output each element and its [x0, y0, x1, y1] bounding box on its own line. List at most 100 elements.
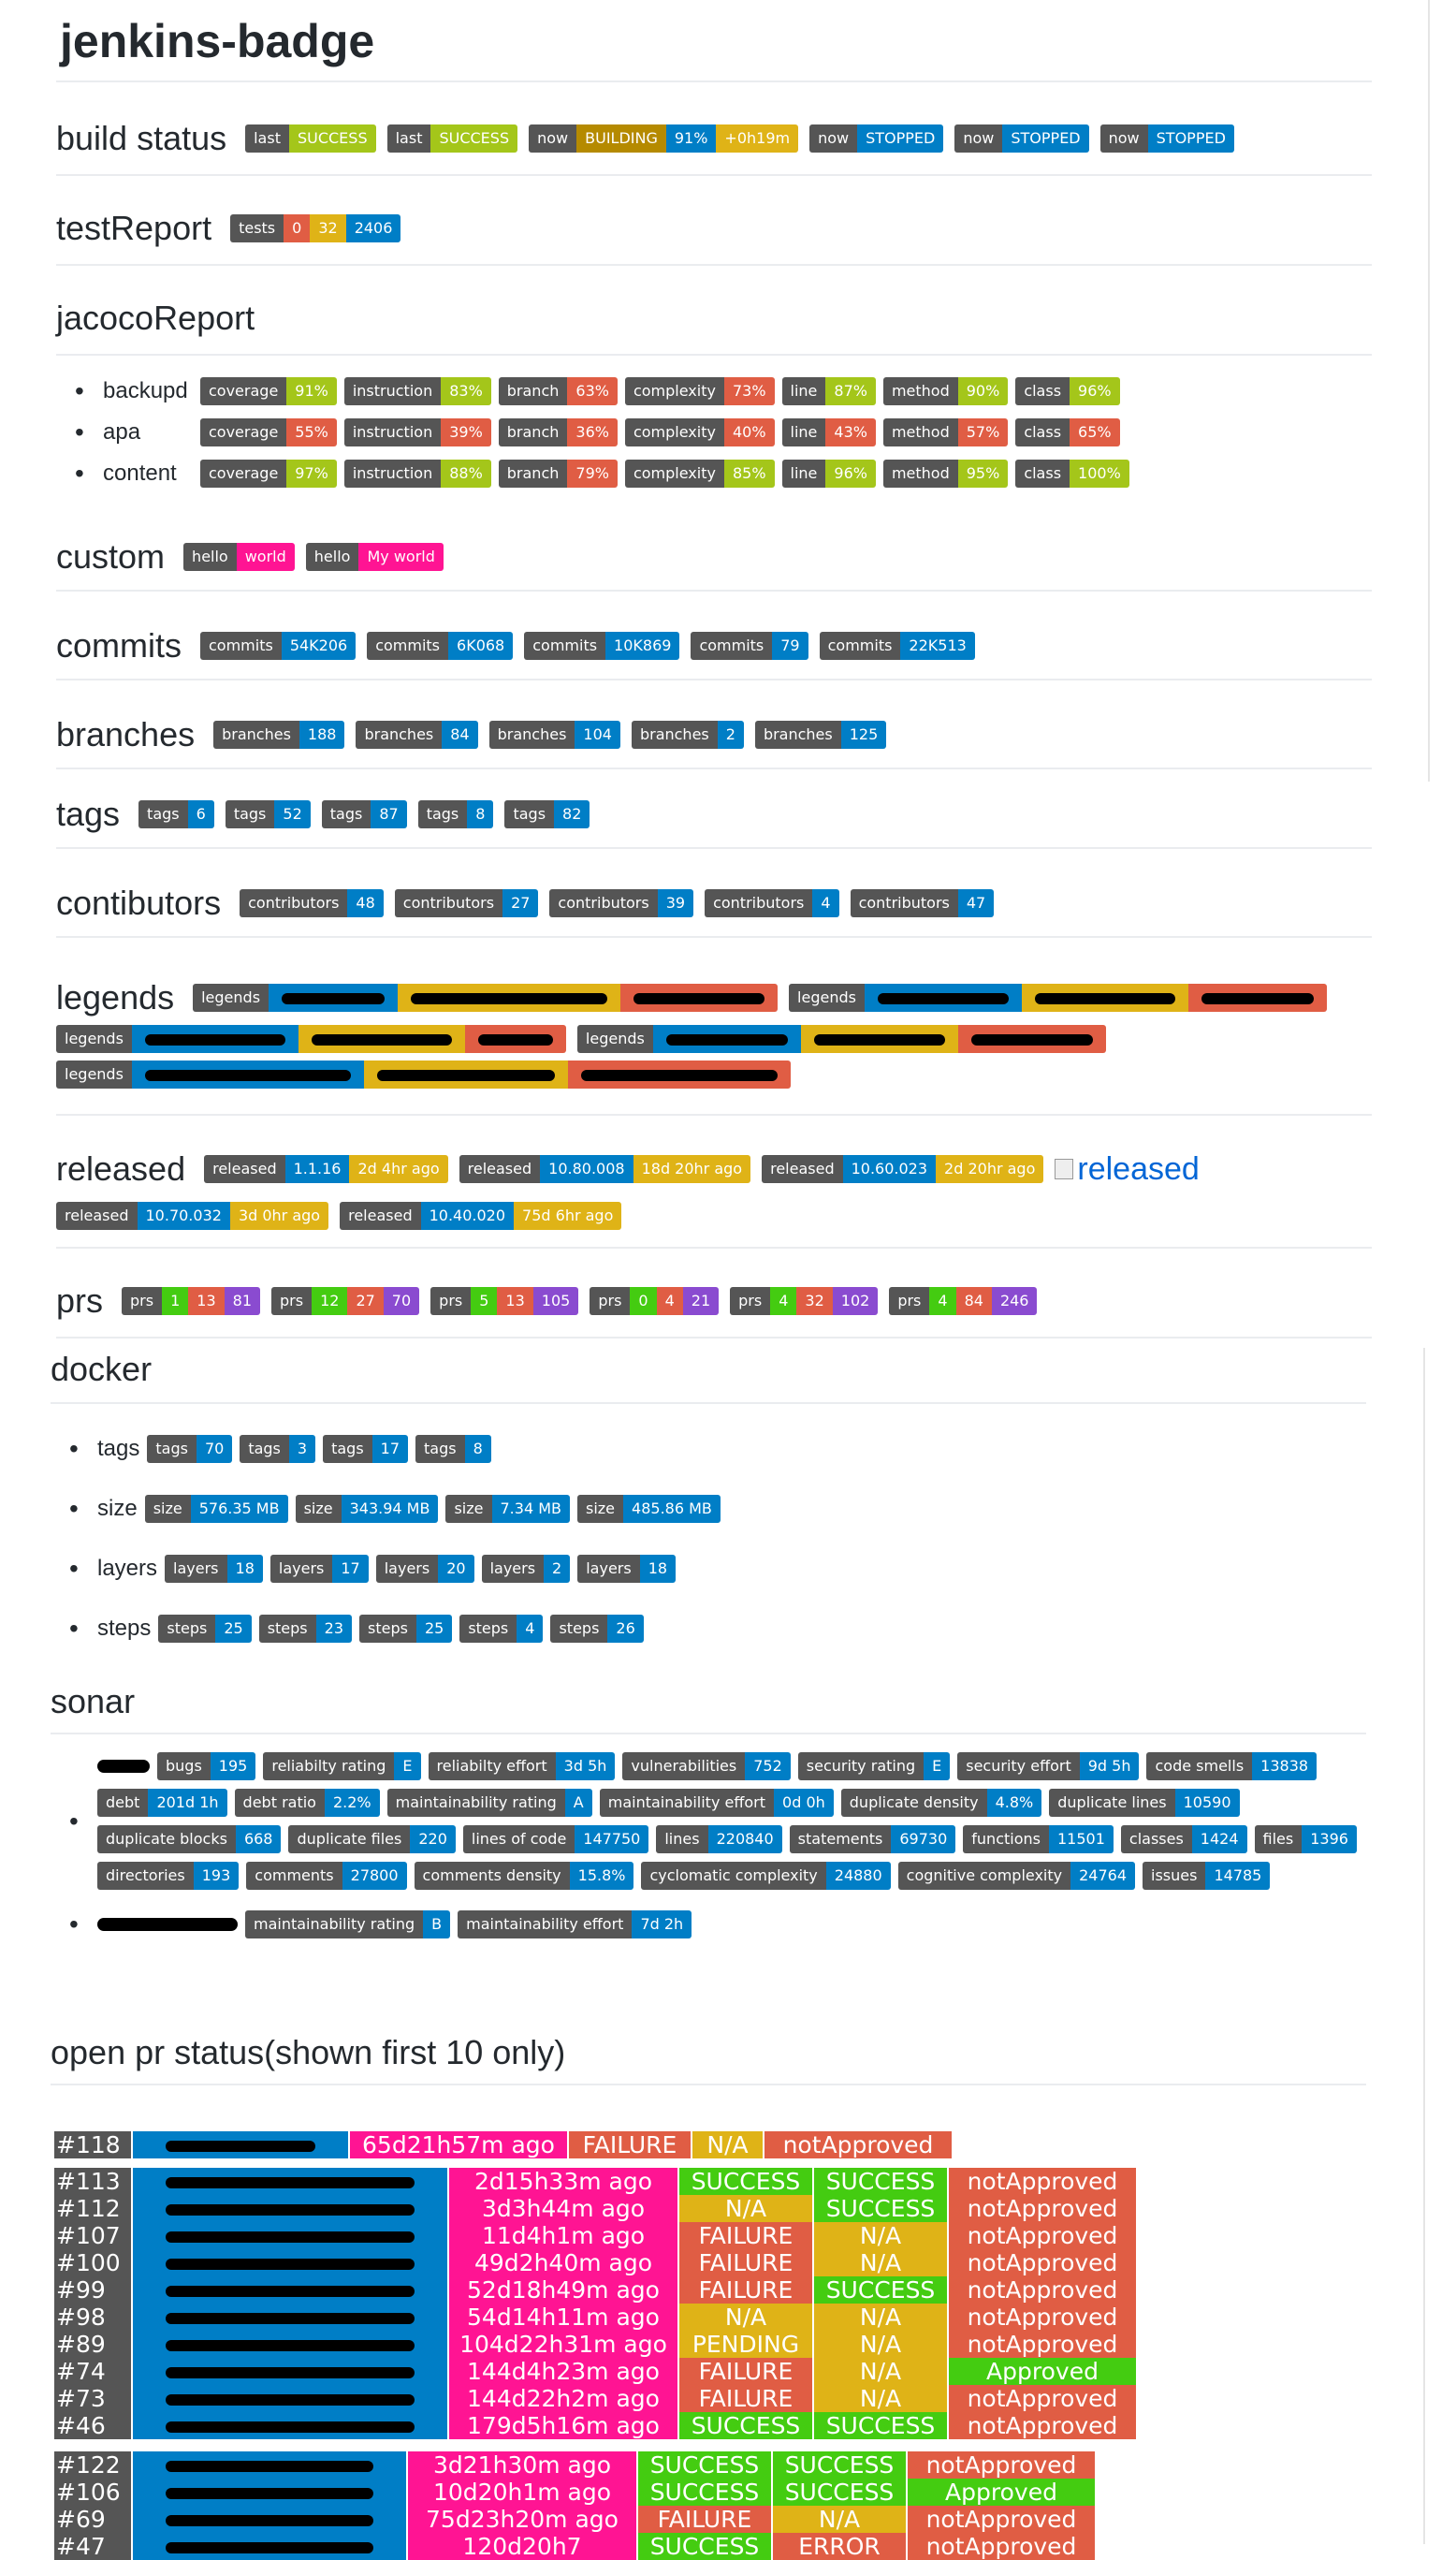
pr-status-row[interactable]: #107 11d4h1m ago FAILURE N/A notApproved: [54, 2222, 1136, 2249]
sonar-comments-badge[interactable]: comments 27800: [246, 1862, 407, 1890]
tests-badge[interactable]: tests 0 32 2406: [230, 214, 401, 242]
released-badge[interactable]: released 10.40.020 75d 6hr ago: [340, 1202, 622, 1230]
prs-badge[interactable]: prs 4 84 246: [889, 1287, 1038, 1315]
prs-badge[interactable]: prs 0 4 21: [590, 1287, 720, 1315]
commits-badge[interactable]: commits 79: [691, 632, 808, 660]
sonar-duplicate-blocks-badge[interactable]: duplicate blocks 668: [97, 1825, 282, 1853]
sonar-reliabilty-effort-badge[interactable]: reliabilty effort 3d 5h: [428, 1752, 616, 1780]
build-status-badge[interactable]: now STOPPED: [954, 124, 1089, 153]
sonar-statements-badge[interactable]: statements 69730: [789, 1825, 956, 1853]
jacoco-coverage-badge[interactable]: coverage 91%: [200, 377, 337, 405]
sonar-files-badge[interactable]: files 1396: [1254, 1825, 1357, 1853]
pr-status-row[interactable]: #99 52d18h49m ago FAILURE SUCCESS notApprove…: [54, 2276, 1136, 2304]
jacoco-instruction-badge[interactable]: instruction 88%: [343, 460, 491, 488]
docker-steps-badge[interactable]: steps 25: [158, 1615, 252, 1643]
sonar-maintainability-rating-badge[interactable]: maintainability rating A: [386, 1789, 592, 1817]
sonar-bugs-badge[interactable]: bugs195: [157, 1752, 256, 1780]
sonar-reliabilty-rating-badge[interactable]: reliabilty rating E: [263, 1752, 421, 1780]
sonar-duplicate-files-badge[interactable]: duplicate files 220: [288, 1825, 456, 1853]
commits-badge[interactable]: commits 10K869: [524, 632, 680, 660]
branches-badge[interactable]: branches 188: [213, 721, 345, 749]
jacoco-complexity-badge[interactable]: complexity 73%: [624, 377, 775, 405]
legends-badge[interactable]: legends: [789, 984, 1327, 1012]
branches-badge[interactable]: branches 84: [356, 721, 478, 749]
sonar-maintainability-effort-badge[interactable]: maintainability effort 0d 0h: [599, 1789, 834, 1817]
jacoco-coverage-badge[interactable]: coverage 97%: [200, 460, 337, 488]
jacoco-coverage-badge[interactable]: coverage 55%: [200, 418, 337, 446]
sonar-debt-ratio-badge[interactable]: debt ratio 2.2%: [234, 1789, 380, 1817]
jacoco-branch-badge[interactable]: branch 63%: [498, 377, 618, 405]
sonar-classes-badge[interactable]: classes 1424: [1120, 1825, 1247, 1853]
jacoco-method-badge[interactable]: method 57%: [882, 418, 1009, 446]
tags-badge[interactable]: tags 82: [504, 800, 590, 828]
sonar-vulnerabilities-badge[interactable]: vulnerabilities 752: [622, 1752, 791, 1780]
sonar-security-rating-badge[interactable]: security rating E: [797, 1752, 951, 1780]
docker-steps-badge[interactable]: steps 25: [359, 1615, 453, 1643]
sonar-cyclomatic-complexity-badge[interactable]: cyclomatic complexity 24880: [641, 1862, 891, 1890]
docker-layers-badge[interactable]: layers 2: [481, 1555, 571, 1583]
legends-badge[interactable]: legends: [56, 1061, 791, 1089]
jacoco-method-badge[interactable]: method 90%: [882, 377, 1009, 405]
pr-status-row[interactable]: #74 144d4h23m ago FAILURE N/A Approved: [54, 2358, 1136, 2385]
contributors-badge[interactable]: contributors 48: [240, 889, 384, 917]
jacoco-branch-badge[interactable]: branch 79%: [498, 460, 618, 488]
prs-badge[interactable]: prs 12 27 70: [271, 1287, 420, 1315]
sonar-maintainability-effort-badge[interactable]: maintainability effort 7d 2h: [458, 1910, 692, 1938]
jacoco-complexity-badge[interactable]: complexity 85%: [624, 460, 775, 488]
sonar-comments-density-badge[interactable]: comments density 15.8%: [414, 1862, 634, 1890]
build-status-badge[interactable]: now STOPPED: [1099, 124, 1234, 153]
released-badge[interactable]: released 1.1.16 2d 4hr ago: [204, 1155, 448, 1183]
jacoco-class-badge[interactable]: class 65%: [1015, 418, 1120, 446]
jacoco-complexity-badge[interactable]: complexity 40%: [624, 418, 775, 446]
build-status-badge[interactable]: now STOPPED: [809, 124, 944, 153]
pr-status-row[interactable]: #112 3d3h44m ago N/A SUCCESS notApproved: [54, 2195, 1136, 2222]
sonar-security-effort-badge[interactable]: security effort 9d 5h: [957, 1752, 1140, 1780]
pr-status-row[interactable]: #89 104d22h31m ago PENDING N/A notApproved: [54, 2331, 1136, 2358]
commits-badge[interactable]: commits 54K206: [200, 632, 357, 660]
docker-steps-badge[interactable]: steps 26: [550, 1615, 644, 1643]
sonar-maintainability-rating-badge[interactable]: maintainability ratingB: [245, 1910, 451, 1938]
custom-badge[interactable]: hello world: [183, 543, 295, 571]
sonar-duplicate-lines-badge[interactable]: duplicate lines 10590: [1049, 1789, 1240, 1817]
legends-badge[interactable]: legends: [193, 984, 779, 1012]
released-badge[interactable]: released 10.80.008 18d 20hr ago: [459, 1155, 751, 1183]
jacoco-instruction-badge[interactable]: instruction 39%: [343, 418, 491, 446]
docker-size-badge[interactable]: size 343.94 MB: [295, 1495, 439, 1523]
contributors-badge[interactable]: contributors 47: [850, 889, 995, 917]
docker-steps-badge[interactable]: steps 23: [258, 1615, 352, 1643]
build-status-badge[interactable]: last SUCCESS: [386, 124, 518, 153]
docker-tags-badge[interactable]: tags 8: [415, 1435, 491, 1463]
tags-badge[interactable]: tags 52: [225, 800, 311, 828]
jacoco-branch-badge[interactable]: branch 36%: [498, 418, 618, 446]
pr-status-row[interactable]: #118 65d21h57m ago FAILURE N/A notApproved: [54, 2131, 952, 2158]
sonar-cognitive-complexity-badge[interactable]: cognitive complexity 24764: [897, 1862, 1136, 1890]
sonar-functions-badge[interactable]: functions 11501: [963, 1825, 1114, 1853]
pr-status-row[interactable]: #113 2d15h33m ago SUCCESS SUCCESS notApprove…: [54, 2168, 1136, 2195]
pr-status-row[interactable]: #47 120d20h7 SUCCESS ERROR notApproved: [54, 2533, 1095, 2560]
legends-badge[interactable]: legends: [56, 1025, 566, 1053]
docker-size-badge[interactable]: size 485.86 MB: [577, 1495, 721, 1523]
pr-status-row[interactable]: #100 49d2h40m ago FAILURE N/A notApproved: [54, 2249, 1136, 2276]
sonar-lines-of-code-badge[interactable]: lines of code 147750: [462, 1825, 649, 1853]
build-status-badge[interactable]: now BUILDING 91% +0h19m: [529, 124, 799, 153]
sonar-issues-badge[interactable]: issues 14785: [1143, 1862, 1271, 1890]
pr-status-row[interactable]: #98 54d14h11m ago N/A N/A notApproved: [54, 2304, 1136, 2331]
sonar-debt-badge[interactable]: debt 201d 1h: [97, 1789, 227, 1817]
jacoco-instruction-badge[interactable]: instruction 83%: [343, 377, 491, 405]
commits-badge[interactable]: commits 22K513: [819, 632, 975, 660]
jacoco-method-badge[interactable]: method 95%: [882, 460, 1009, 488]
docker-layers-badge[interactable]: layers 18: [577, 1555, 677, 1583]
build-status-badge[interactable]: last SUCCESS: [245, 124, 376, 153]
sonar-code-smells-badge[interactable]: code smells 13838: [1146, 1752, 1318, 1780]
docker-tags-badge[interactable]: tags 17: [323, 1435, 409, 1463]
sonar-directories-badge[interactable]: directories 193: [97, 1862, 240, 1890]
jacoco-class-badge[interactable]: class 100%: [1015, 460, 1129, 488]
pr-status-row[interactable]: #69 75d23h20m ago FAILURE N/A notApproved: [54, 2506, 1095, 2533]
docker-layers-badge[interactable]: layers 20: [375, 1555, 474, 1583]
released-badge[interactable]: released 10.70.032 3d 0hr ago: [56, 1202, 329, 1230]
contributors-badge[interactable]: contributors 4: [705, 889, 839, 917]
branches-badge[interactable]: branches 2: [631, 721, 744, 749]
pr-status-row[interactable]: #122 3d21h30m ago SUCCESS SUCCESS notApprove…: [54, 2451, 1095, 2479]
legends-badge[interactable]: legends: [576, 1025, 1106, 1053]
prs-badge[interactable]: prs 5 13 105: [430, 1287, 579, 1315]
